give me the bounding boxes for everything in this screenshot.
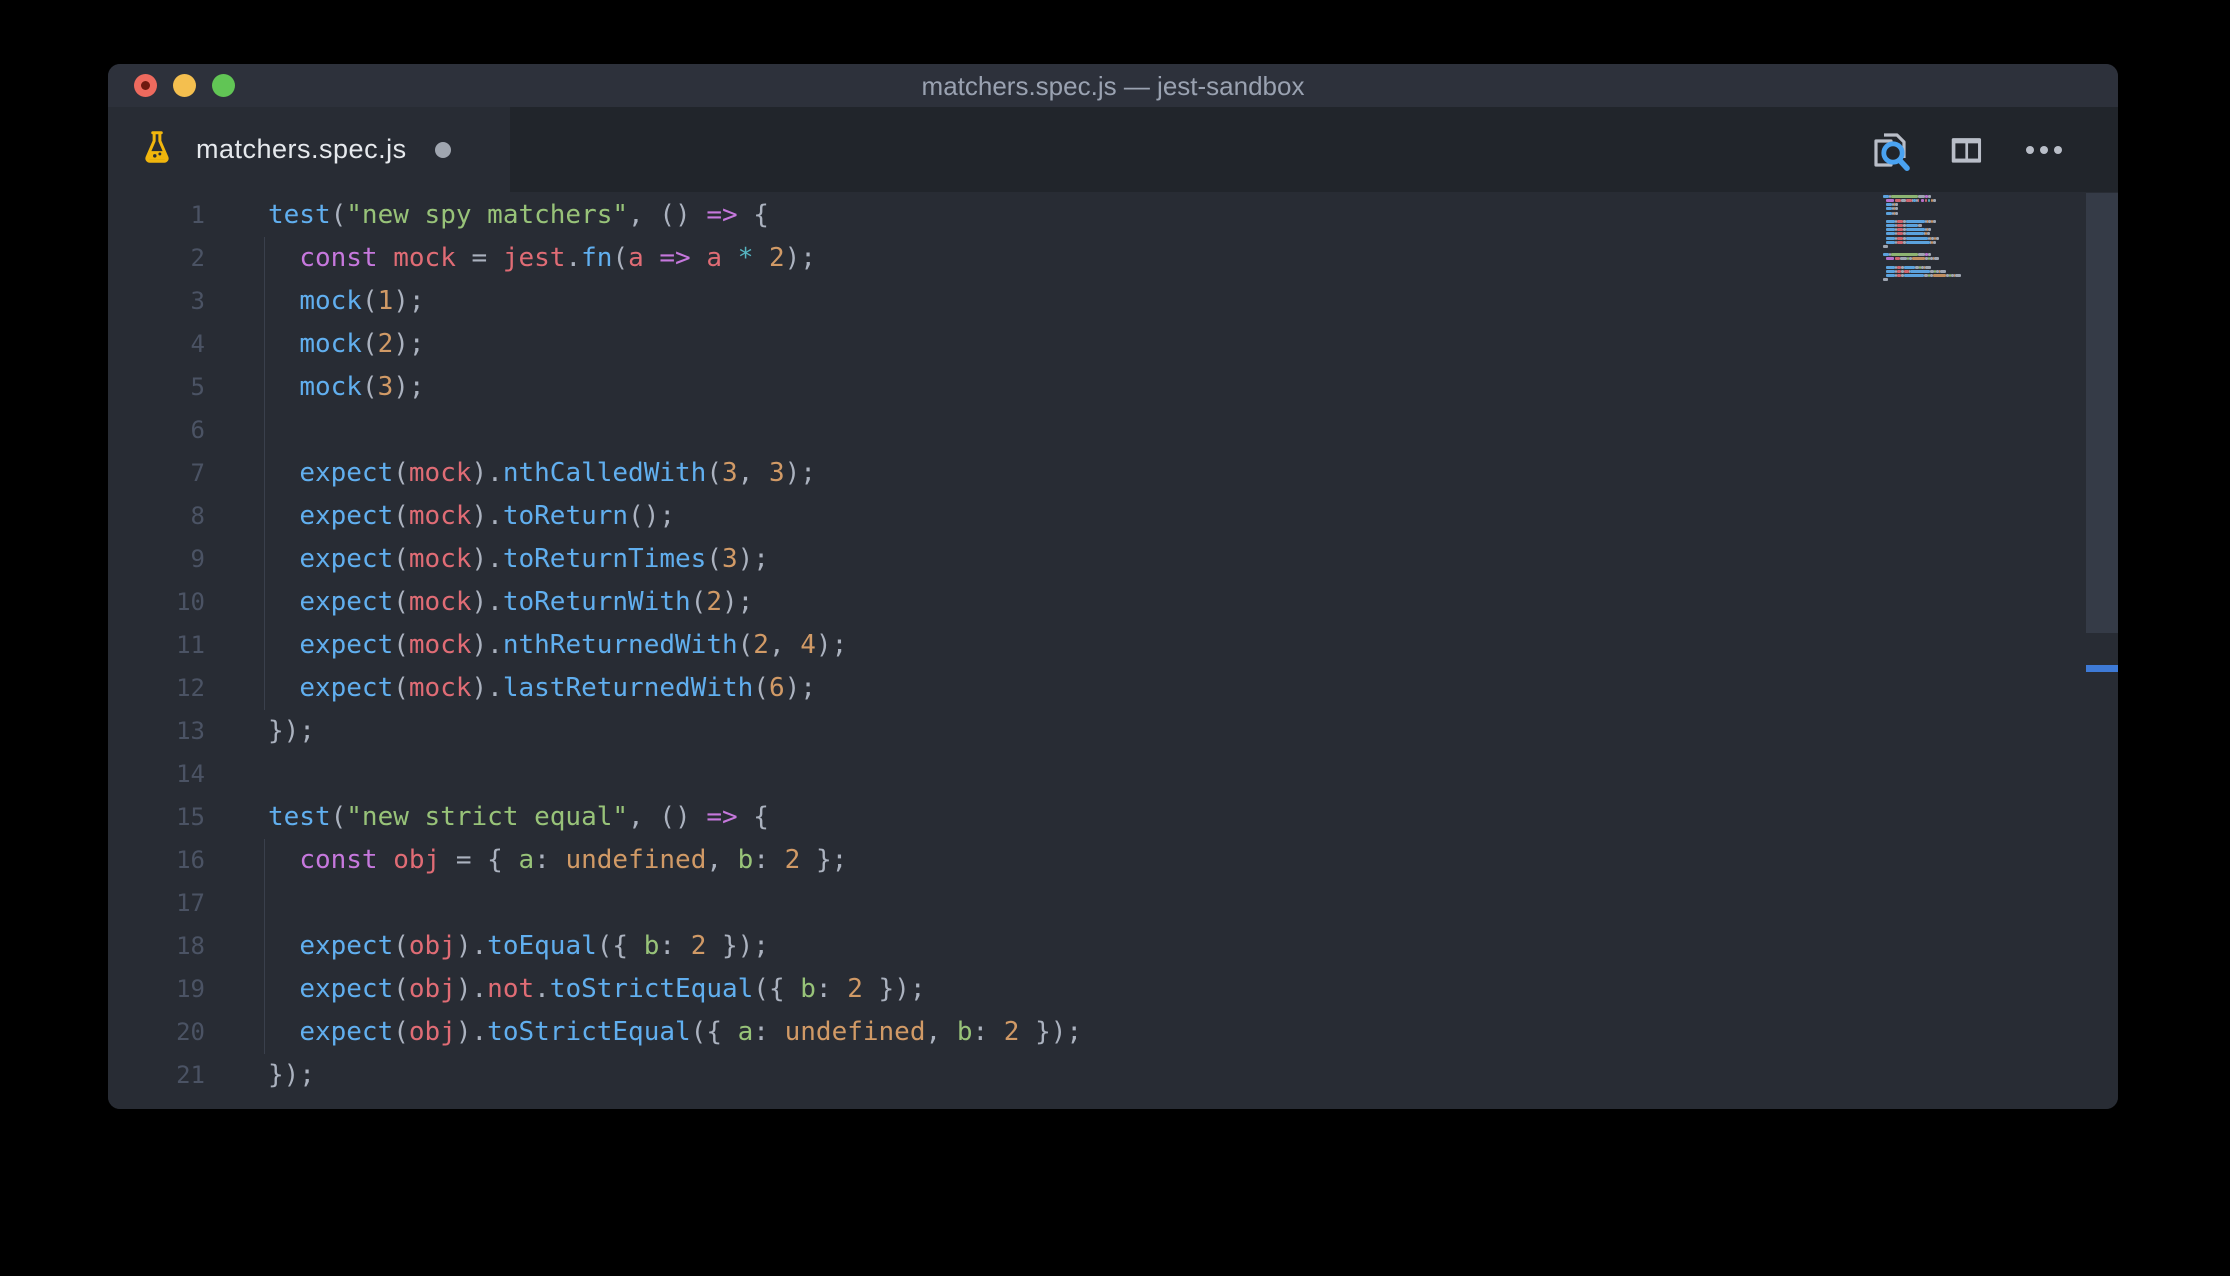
line-number: 12	[176, 674, 205, 702]
code-line[interactable]: expect(obj).toStrictEqual({ a: undefined…	[263, 1011, 1082, 1054]
tab-bar: matchers.spec.js	[108, 107, 2118, 192]
code-line[interactable]: });	[268, 710, 1082, 753]
code-line[interactable]	[268, 753, 1082, 796]
line-number: 11	[176, 631, 205, 659]
code-line[interactable]: expect(mock).nthReturnedWith(2, 4);	[263, 624, 1082, 667]
unsaved-changes-dot	[434, 141, 451, 158]
window-title: matchers.spec.js — jest-sandbox	[921, 71, 1305, 101]
window-titlebar[interactable]: matchers.spec.js — jest-sandbox	[108, 64, 2118, 107]
code-line[interactable]: expect(mock).toReturn();	[263, 495, 1082, 538]
overview-ruler-cursor-marker	[2086, 665, 2118, 672]
code-line[interactable]: test("new spy matchers", () => {	[268, 194, 1082, 237]
line-number: 18	[176, 932, 205, 960]
code-line[interactable]: mock(3);	[263, 366, 1082, 409]
code-editor[interactable]: 1 2 3 4 5 6 7 8 9 10 11 12 13 14 15 16 17 18 19 20 21 test("…	[108, 192, 2118, 1109]
line-number: 7	[190, 459, 205, 487]
line-number: 6	[190, 416, 205, 444]
line-number: 4	[190, 330, 205, 358]
code-line[interactable]: const mock = jest.fn(a => a * 2);	[263, 237, 1082, 280]
code-line[interactable]: });	[268, 1054, 1082, 1097]
line-number: 17	[176, 889, 205, 917]
line-number: 15	[176, 803, 205, 831]
search-in-file-icon[interactable]	[1858, 107, 1924, 192]
code-line[interactable]: test("new strict equal", () => {	[268, 796, 1082, 839]
line-number: 20	[176, 1018, 205, 1046]
code-line[interactable]: expect(obj).toEqual({ b: 2 });	[263, 925, 1082, 968]
split-editor-icon[interactable]	[1936, 107, 1996, 192]
code-line[interactable]: mock(2);	[263, 323, 1082, 366]
line-number: 9	[190, 545, 205, 573]
code-line[interactable]: expect(mock).toReturnWith(2);	[263, 581, 1082, 624]
code-line[interactable]: mock(1);	[263, 280, 1082, 323]
more-actions-icon[interactable]	[2004, 107, 2084, 192]
line-number: 1	[190, 201, 205, 229]
code-content: test("new spy matchers", () => { const m…	[263, 194, 1082, 1097]
code-line[interactable]: const obj = { a: undefined, b: 2 };	[263, 839, 1082, 882]
code-line[interactable]: expect(mock).toReturnTimes(3);	[263, 538, 1082, 581]
line-number: 2	[190, 244, 205, 272]
line-number: 14	[176, 760, 205, 788]
line-number: 13	[176, 717, 205, 745]
code-line[interactable]	[263, 409, 1082, 452]
tab-label: matchers.spec.js	[196, 134, 407, 164]
line-number: 5	[190, 373, 205, 401]
line-number: 19	[176, 975, 205, 1003]
code-line[interactable]: expect(obj).not.toStrictEqual({ b: 2 });	[263, 968, 1082, 1011]
line-number: 10	[176, 588, 205, 616]
minimap[interactable]	[1883, 195, 2083, 315]
code-line[interactable]	[263, 882, 1082, 925]
tab-matchers-spec-js[interactable]: matchers.spec.js	[108, 107, 510, 192]
line-number: 8	[190, 502, 205, 530]
code-line[interactable]: expect(mock).lastReturnedWith(6);	[263, 667, 1082, 710]
vertical-scrollbar-thumb[interactable]	[2086, 193, 2118, 633]
code-line[interactable]: expect(mock).nthCalledWith(3, 3);	[263, 452, 1082, 495]
line-number-gutter: 1 2 3 4 5 6 7 8 9 10 11 12 13 14 15 16 17 18 19 20 21	[108, 194, 205, 1097]
line-number: 16	[176, 846, 205, 874]
editor-actions	[1858, 107, 2118, 192]
line-number: 3	[190, 287, 205, 315]
line-number: 21	[176, 1061, 205, 1089]
jest-flask-icon	[138, 128, 176, 171]
vscode-window: matchers.spec.js — jest-sandbox matchers…	[108, 64, 2118, 1109]
